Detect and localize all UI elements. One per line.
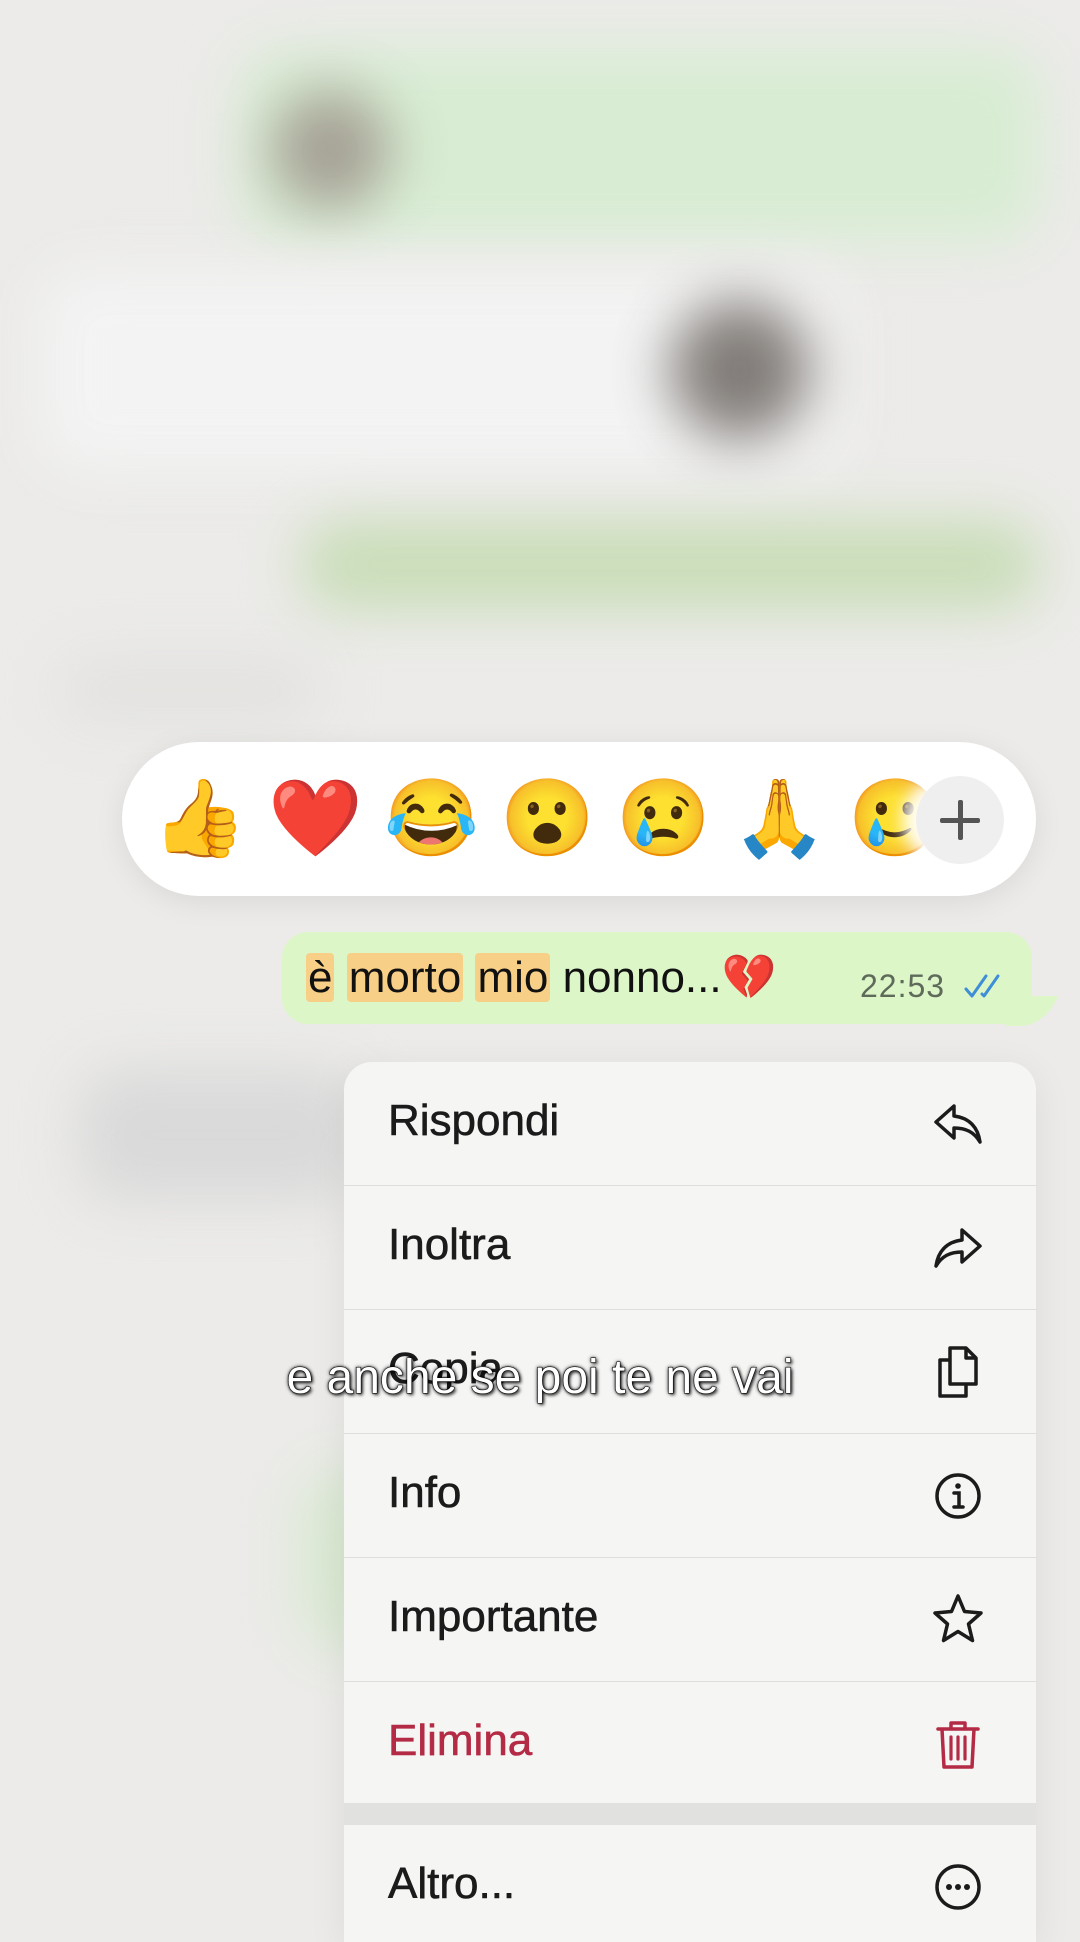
menu-item-label: Elimina (388, 1716, 533, 1766)
reply-icon (934, 1104, 982, 1144)
blurred-avatar (270, 90, 390, 210)
reaction-laugh[interactable]: 😂 (384, 774, 479, 864)
broken-heart-emoji: 💔 (721, 953, 777, 1002)
menu-item-reply[interactable]: Rispondi (344, 1062, 1036, 1186)
more-reactions-button[interactable] (916, 776, 1004, 864)
menu-item-label: Info (388, 1468, 462, 1518)
menu-item-star[interactable]: Importante (344, 1558, 1036, 1682)
menu-item-label: Inoltra (388, 1220, 511, 1270)
reaction-pray[interactable]: 🙏 (732, 774, 827, 864)
menu-separator (344, 1803, 1036, 1825)
menu-item-info[interactable]: Info (344, 1434, 1036, 1558)
reaction-thumbs-up[interactable]: 👍 (152, 774, 247, 864)
blurred-avatar (670, 300, 810, 440)
message-time: 22:53 (860, 968, 946, 1004)
message-bubble[interactable]: è morto mio nonno...💔 22:53 (282, 932, 1032, 1024)
trash-icon (936, 1721, 980, 1769)
double-check-icon (964, 974, 1000, 998)
blurred-bubble (80, 1070, 360, 1200)
menu-item-delete[interactable]: Elimina (344, 1682, 1036, 1806)
highlight-word: mio (475, 953, 551, 1002)
blurred-bubble (60, 660, 320, 720)
message-text: è morto mio nonno...💔 (306, 950, 776, 1006)
info-icon (935, 1473, 981, 1519)
message-rest: nonno... (562, 953, 722, 1002)
menu-item-label: Importante (388, 1592, 599, 1642)
highlight-word: è (306, 953, 335, 1002)
reaction-bar: 👍 ❤️ 😂 😮 😢 🙏 🥲 (122, 742, 1036, 896)
menu-item-label: Rispondi (388, 1096, 560, 1146)
reaction-sad[interactable]: 😢 (616, 774, 711, 864)
star-icon (933, 1594, 983, 1643)
blurred-bubble (300, 520, 1040, 610)
menu-item-label: Altro... (388, 1859, 516, 1909)
reaction-heart[interactable]: ❤️ (268, 774, 363, 864)
more-icon (935, 1864, 981, 1910)
forward-icon (934, 1228, 982, 1268)
video-caption: e anche se poi te ne vai (286, 1351, 794, 1405)
menu-item-more[interactable]: Altro... (344, 1825, 1036, 1942)
reaction-surprised[interactable]: 😮 (500, 774, 595, 864)
context-menu: Rispondi Inoltra Copia Info Importante E… (344, 1062, 1036, 1942)
menu-item-forward[interactable]: Inoltra (344, 1186, 1036, 1310)
highlight-word: morto (346, 953, 464, 1002)
